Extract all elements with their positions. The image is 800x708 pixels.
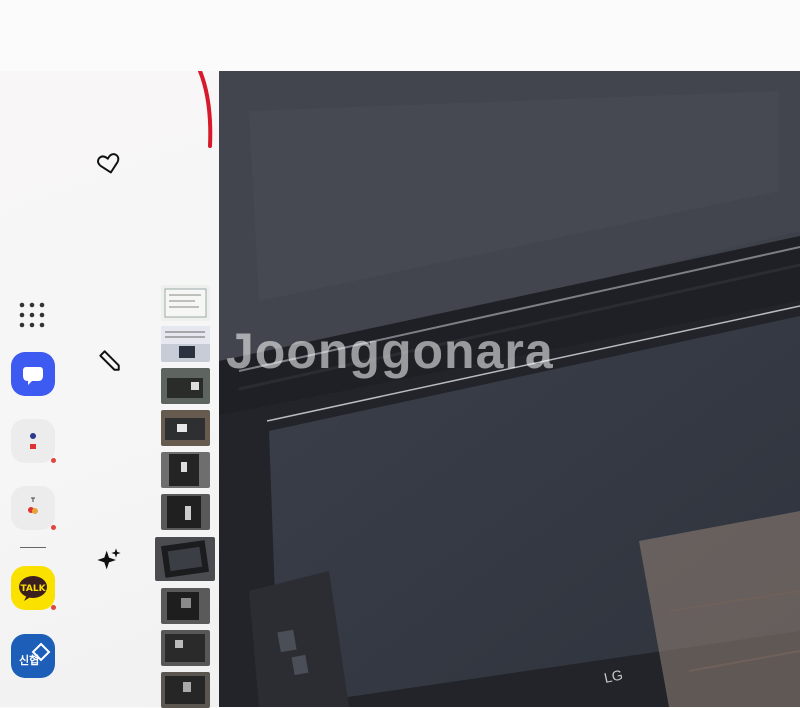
main-photo: LG	[219, 71, 800, 707]
image-thumbnail[interactable]	[161, 630, 210, 666]
image-thumbnail[interactable]	[161, 326, 210, 362]
pencil-icon[interactable]	[94, 345, 124, 375]
kakaotalk-icon[interactable]: TALK	[11, 566, 55, 610]
app-icon-1[interactable]	[11, 419, 55, 463]
divider	[20, 547, 46, 548]
watermark-text: Joonggonara	[226, 323, 554, 379]
app-icon-2[interactable]	[11, 486, 55, 530]
image-thumbnail[interactable]	[161, 452, 210, 488]
image-thumbnail[interactable]	[161, 494, 210, 530]
bank-app-icon[interactable]: 신협	[11, 634, 55, 678]
app-drawer-icon[interactable]	[18, 301, 46, 329]
sparkle-icon[interactable]	[94, 545, 124, 575]
kakaotalk-label: TALK	[20, 584, 46, 594]
status-bar	[0, 0, 800, 71]
notification-badge	[51, 525, 56, 530]
image-thumbnail-selected[interactable]	[155, 537, 215, 581]
image-thumbnail[interactable]	[161, 285, 210, 321]
bixby-chat-icon[interactable]	[11, 352, 55, 396]
heart-icon[interactable]	[94, 149, 124, 179]
image-thumbnail[interactable]	[161, 368, 210, 404]
image-thumbnail[interactable]	[161, 588, 210, 624]
image-thumbnail[interactable]	[161, 672, 210, 708]
image-thumbnail[interactable]	[161, 410, 210, 446]
notification-badge	[51, 605, 56, 610]
notification-badge	[51, 458, 56, 463]
